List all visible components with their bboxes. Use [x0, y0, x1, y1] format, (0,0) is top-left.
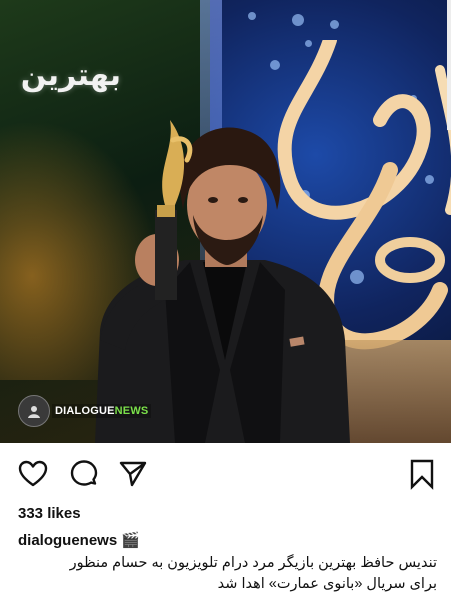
post-author: dialoguenews 🎬 — [18, 531, 140, 549]
caption-line: تندیس حافظ بهترین بازیگر مرد درام تلویزی… — [69, 555, 437, 571]
bookmark-outline-icon[interactable] — [406, 458, 438, 490]
scroll-edge — [447, 0, 451, 130]
comment-bubble-icon[interactable] — [68, 458, 100, 490]
bokeh-light — [330, 20, 339, 29]
bokeh-light — [292, 14, 304, 26]
heart-outline-icon[interactable] — [17, 458, 49, 490]
post-caption: تندیس حافظ بهترین بازیگر مرد درام تلویزی… — [17, 553, 437, 595]
person-holding-trophy — [95, 120, 350, 443]
watermark-avatar-icon — [18, 395, 50, 427]
watermark: DIALOGUENEWS — [18, 395, 152, 427]
likes-count[interactable]: 333 likes — [18, 505, 81, 522]
banner-text: بهترین — [20, 59, 121, 92]
watermark-suffix: NEWS — [114, 405, 149, 417]
post-photo[interactable]: بهترین DIALOGUENEWS — [0, 0, 451, 443]
paper-plane-icon[interactable] — [117, 458, 149, 490]
watermark-text: DIALOGUENEWS — [52, 404, 152, 418]
post-actions — [0, 443, 451, 505]
watermark-prefix: DIALOGUE — [55, 405, 115, 417]
bokeh-light — [248, 12, 256, 20]
caption-line: برای سریال «بانوی عمارت» اهدا شد — [217, 576, 437, 592]
username-link[interactable]: dialoguenews — [18, 532, 117, 549]
clapperboard-emoji-icon: 🎬 — [121, 532, 141, 549]
